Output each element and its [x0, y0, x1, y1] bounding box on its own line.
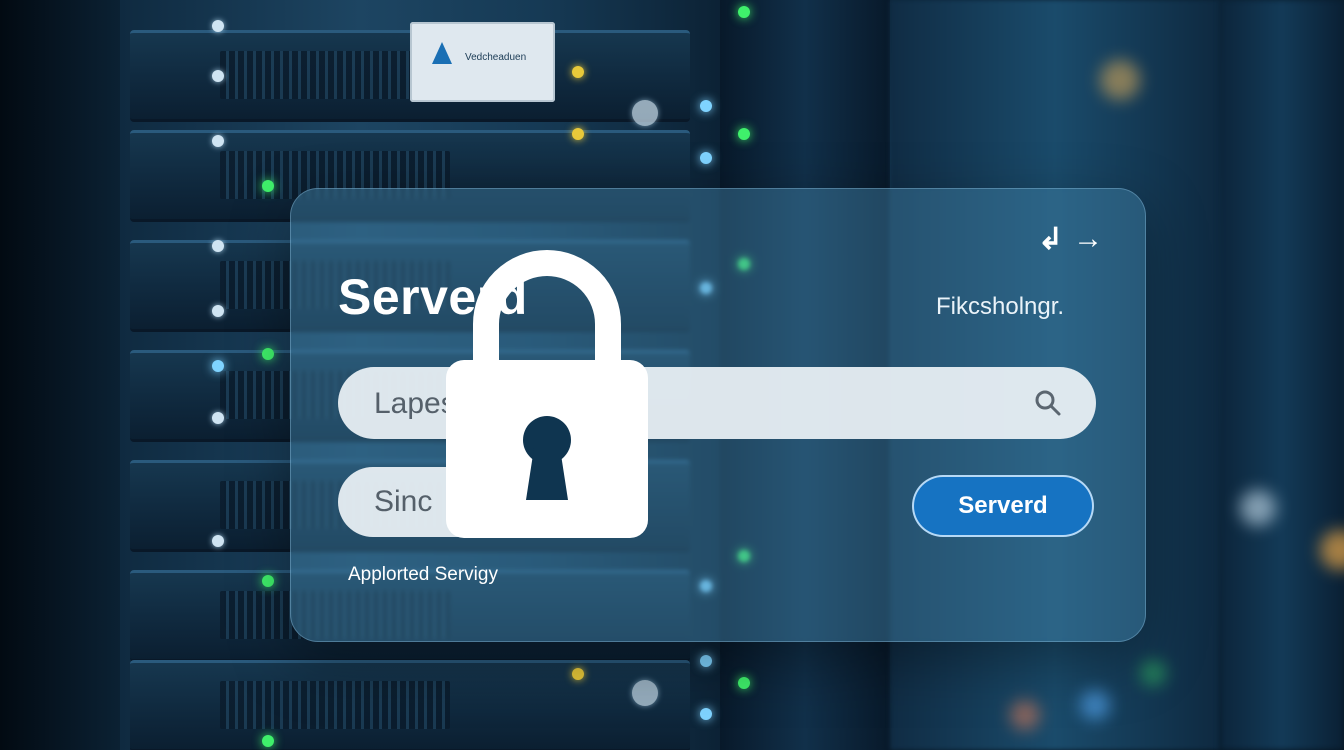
rack-edge [0, 0, 120, 750]
status-led [572, 668, 584, 680]
server-submit-button[interactable]: Serverd [912, 475, 1094, 537]
status-led [212, 135, 224, 147]
bokeh-light [1140, 660, 1166, 686]
status-led [212, 240, 224, 252]
status-led [262, 575, 274, 587]
status-led [212, 412, 224, 424]
panel-top-icons: ↲ → [1038, 222, 1103, 257]
server-label-text: Vedcheaduen [465, 52, 527, 63]
bokeh-light [1100, 60, 1140, 100]
status-led [700, 655, 712, 667]
bokeh-light [1080, 690, 1110, 720]
status-led [738, 6, 750, 18]
status-led [700, 708, 712, 720]
server-room-background: Vedcheaduen ↲ → Serverd Fikcsholngr. Sin… [0, 0, 1344, 750]
padlock-icon [446, 250, 648, 538]
status-led [700, 100, 712, 112]
bokeh-light [1010, 700, 1040, 730]
status-led [738, 128, 750, 140]
status-led [212, 70, 224, 82]
server-label-plate: Vedcheaduen [410, 22, 555, 102]
footer-caption: Applorted Servigy [348, 564, 498, 585]
arrow-right-icon[interactable]: → [1073, 222, 1103, 257]
server-unit [130, 660, 690, 750]
search-icon[interactable] [1034, 389, 1062, 417]
status-led [262, 180, 274, 192]
status-led [738, 677, 750, 689]
status-led [212, 535, 224, 547]
server-rack-far [1220, 0, 1344, 750]
status-led [700, 152, 712, 164]
status-led [572, 66, 584, 78]
status-led [212, 20, 224, 32]
bokeh-light [1240, 490, 1276, 526]
panel-subtitle: Fikcsholngr. [936, 293, 1065, 320]
return-icon[interactable]: ↲ [1038, 222, 1063, 257]
secondary-input-value: Sinc [374, 485, 433, 518]
status-led [212, 360, 224, 372]
status-led [632, 100, 658, 126]
status-led [212, 305, 224, 317]
status-led [262, 735, 274, 747]
status-led [572, 128, 584, 140]
status-led [632, 680, 658, 706]
status-led [262, 348, 274, 360]
